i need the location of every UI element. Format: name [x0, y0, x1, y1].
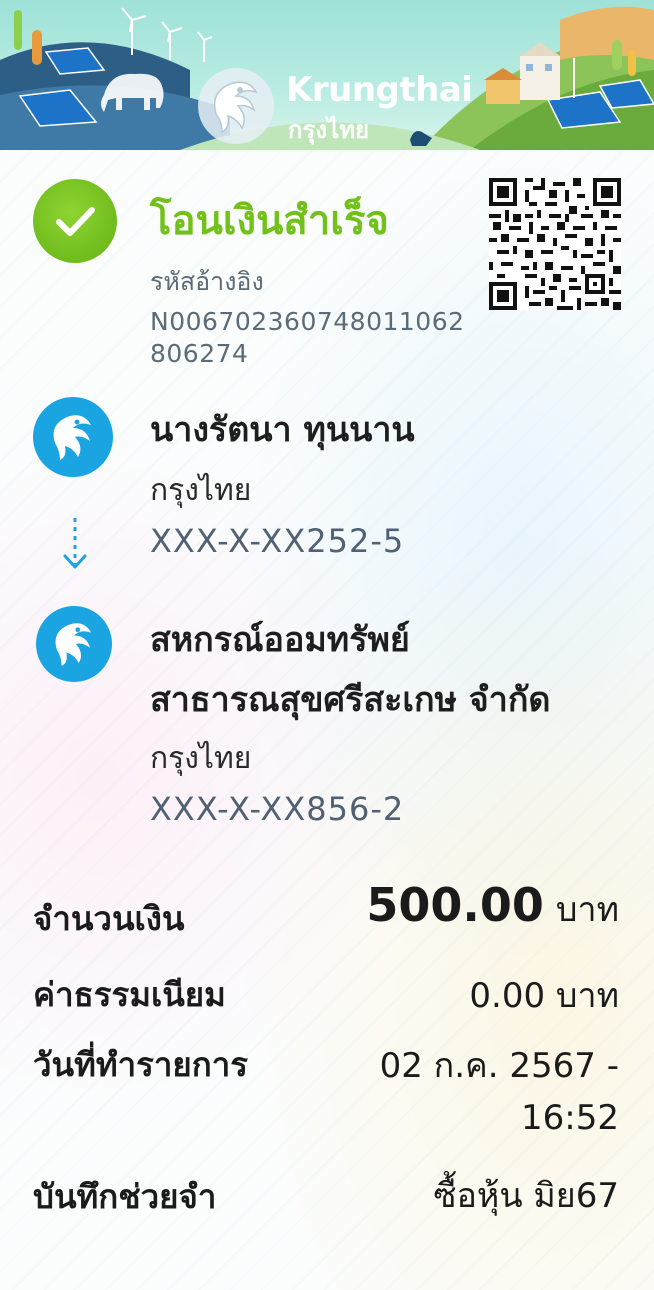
krungthai-logo-icon: [198, 68, 274, 144]
bank-brand: Krungthai กรุงไทย: [196, 66, 473, 146]
amount-number: 500.00: [366, 878, 544, 932]
recipient-account: XXX-X-XX856-2: [150, 790, 405, 828]
fee-label: ค่าธรรมเนียม: [33, 975, 226, 1014]
amount-label: จำนวนเงิน: [33, 899, 185, 938]
reference-number: N006702360748011062806274: [150, 307, 465, 368]
memo-label: บันทึกช่วยจำ: [33, 1177, 217, 1216]
sender-name: นางรัตนา ทุนนาน: [150, 410, 415, 450]
from-bank-avatar: [33, 397, 113, 477]
sender-account: XXX-X-XX252-5: [150, 522, 405, 560]
arrow-down-icon: [63, 518, 87, 569]
amount-value: 500.00 บาท: [366, 878, 619, 936]
sender-bank: กรุงไทย: [150, 473, 252, 508]
reference-label: รหัสอ้างอิง: [150, 267, 264, 296]
krungthai-logo-icon: [53, 415, 91, 460]
success-badge: [33, 179, 117, 263]
to-bank-avatar: [36, 606, 112, 682]
qr-code-icon[interactable]: [489, 178, 621, 310]
date-label: วันที่ทำรายการ: [33, 1045, 248, 1084]
bank-banner: Krungthai กรุงไทย: [0, 0, 654, 150]
memo-value: ซื้อหุ้น มิย67: [433, 1176, 619, 1216]
brand-name-th: กรุงไทย: [288, 116, 370, 144]
recipient-bank: กรุงไทย: [150, 741, 252, 776]
check-icon: [56, 207, 95, 236]
date-value-line2: 16:52: [521, 1098, 619, 1138]
brand-name-en: Krungthai: [286, 70, 473, 110]
krungthai-logo-icon: [55, 623, 92, 666]
recipient-name-line2: สาธารณสุขศรีสะเกษ จำกัด: [150, 680, 551, 720]
amount-unit: บาท: [555, 890, 619, 930]
fee-value: 0.00 บาท: [469, 976, 619, 1016]
transfer-status-title: โอนเงินสำเร็จ: [150, 198, 389, 244]
recipient-name-line1: สหกรณ์ออมทรัพย์: [150, 620, 410, 660]
date-value-line1: 02 ก.ค. 2567 -: [379, 1046, 619, 1086]
